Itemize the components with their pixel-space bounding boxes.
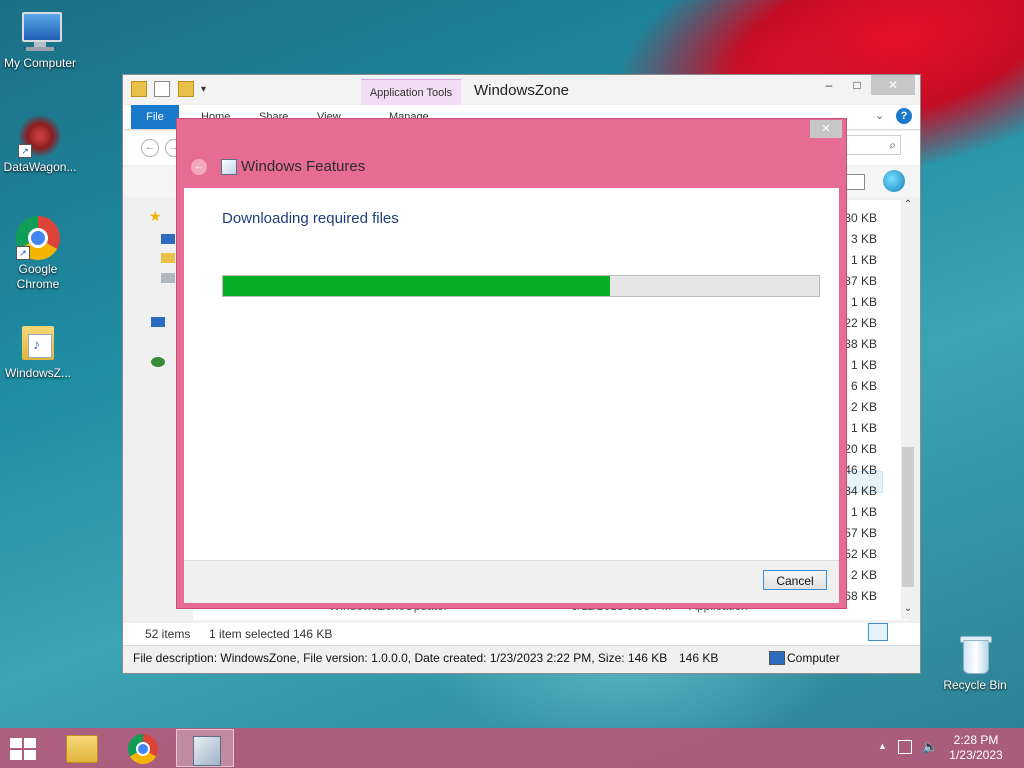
- chevron-down-icon[interactable]: ⌄: [875, 109, 884, 122]
- chrome-icon: [128, 734, 158, 764]
- network-icon[interactable]: [898, 740, 912, 754]
- clock-date: 1/23/2023: [949, 748, 1003, 762]
- shortcut-arrow-icon: ↗: [16, 246, 30, 260]
- file-size-cell: 46 KB: [844, 463, 877, 477]
- search-input[interactable]: ⌕: [845, 135, 901, 155]
- clock[interactable]: 2:28 PM 1/23/2023: [934, 733, 1018, 763]
- dialog-footer: Cancel: [184, 560, 839, 603]
- details-location: Computer: [787, 651, 840, 665]
- selection-size: 146 KB: [293, 627, 333, 641]
- downloads-folder-icon[interactable]: [161, 253, 175, 263]
- dialog-body: Downloading required files: [184, 188, 839, 560]
- preview-pane-icon[interactable]: [845, 174, 865, 190]
- desktop-icon-label: WindowsZ...: [4, 366, 71, 380]
- back-icon[interactable]: ←: [141, 139, 159, 157]
- item-count: 52 items: [145, 627, 191, 641]
- desktop-icon-label: DataWagon...: [3, 160, 77, 174]
- file-size-cell: 1 KB: [850, 358, 877, 372]
- dialog-title: Windows Features: [241, 158, 366, 175]
- file-size-cell: 20 KB: [844, 442, 877, 456]
- file-explorer-icon: [66, 735, 98, 763]
- chrome-icon: ↗: [16, 216, 60, 260]
- desktop-icon-windowszone[interactable]: ♪ WindowsZ...: [0, 320, 78, 381]
- status-bar: 52 items 1 item selected 146 KB: [123, 623, 920, 645]
- recent-places-icon[interactable]: [161, 273, 175, 283]
- desktop-icon[interactable]: [161, 234, 175, 244]
- close-button[interactable]: ✕: [871, 75, 915, 95]
- setup-icon: [193, 736, 221, 766]
- start-button[interactable]: [10, 738, 38, 760]
- taskbar-file-explorer[interactable]: [52, 729, 110, 767]
- file-size-cell: 1 KB: [850, 295, 877, 309]
- scroll-thumb[interactable]: [902, 447, 914, 587]
- windows-features-icon: [221, 159, 237, 175]
- file-size-cell: 1 KB: [850, 421, 877, 435]
- details-view-icon[interactable]: [868, 623, 888, 641]
- datawagon-icon: ↗: [18, 114, 62, 158]
- scroll-down-icon[interactable]: ⌄: [901, 603, 915, 614]
- progress-fill: [223, 276, 610, 296]
- desktop-icon-label: Recycle Bin: [943, 678, 1007, 692]
- dialog-header: ← Windows Features: [177, 139, 846, 187]
- explorer-titlebar: ▾ Application Tools WindowsZone ‒ □ ✕: [123, 75, 920, 108]
- file-size-cell: 22 KB: [844, 316, 877, 330]
- file-size-cell: 2 KB: [850, 568, 877, 582]
- windows-logo-icon: [10, 738, 22, 748]
- progress-bar: [222, 275, 820, 297]
- shortcut-arrow-icon: ↗: [18, 144, 32, 158]
- window-title: WindowsZone: [473, 82, 570, 99]
- file-size-cell: 30 KB: [844, 211, 877, 225]
- windows-features-dialog: ✕ ← Windows Features Downloading require…: [176, 118, 847, 609]
- minimize-button[interactable]: ‒: [815, 75, 843, 95]
- file-size-cell: 1 KB: [850, 505, 877, 519]
- computer-icon: [769, 651, 785, 665]
- file-size-cell: 57 KB: [844, 526, 877, 540]
- desktop-icon-my-computer[interactable]: My Computer: [0, 10, 80, 71]
- file-size-cell: 1 KB: [850, 253, 877, 267]
- desktop-icon-label: Google Chrome: [16, 262, 60, 291]
- desktop-icon-google-chrome[interactable]: ↗ Google Chrome: [0, 216, 78, 292]
- file-description: File description: WindowsZone, File vers…: [133, 651, 668, 665]
- taskbar-windows-features[interactable]: [176, 729, 234, 767]
- file-size-cell: 38 KB: [844, 337, 877, 351]
- computer-icon: [18, 10, 62, 54]
- file-size-cell: 52 KB: [844, 547, 877, 561]
- file-size-cell: 3 KB: [850, 232, 877, 246]
- details-bar: File description: WindowsZone, File vers…: [123, 645, 920, 670]
- file-size-cell: 6 KB: [850, 379, 877, 393]
- dialog-close-button[interactable]: ✕: [810, 120, 842, 138]
- music-folder-icon: ♪: [16, 320, 60, 364]
- computer-icon[interactable]: [151, 317, 165, 327]
- back-arrow-icon[interactable]: ←: [191, 159, 207, 175]
- file-size-cell: 37 KB: [844, 274, 877, 288]
- favorites-star-icon[interactable]: ★: [149, 208, 162, 225]
- taskbar-google-chrome[interactable]: [114, 729, 172, 767]
- desktop-icon-datawagon[interactable]: ↗ DataWagon...: [0, 114, 80, 175]
- desktop-icon-recycle-bin[interactable]: Recycle Bin: [935, 632, 1015, 693]
- file-size-cell: 68 KB: [844, 589, 877, 603]
- show-hidden-icons-icon[interactable]: ▲: [878, 741, 887, 751]
- tab-file[interactable]: File: [131, 105, 179, 129]
- maximize-button[interactable]: □: [843, 75, 871, 95]
- windows-features-icon[interactable]: [883, 170, 905, 192]
- scroll-up-icon[interactable]: ⌃: [901, 199, 915, 210]
- help-icon[interactable]: ?: [896, 108, 912, 124]
- clock-time: 2:28 PM: [953, 733, 999, 747]
- large-icons-view-icon[interactable]: [891, 623, 911, 641]
- network-icon[interactable]: [151, 357, 165, 367]
- file-size-cell: 2 KB: [850, 400, 877, 414]
- details-size: 146 KB: [679, 651, 719, 665]
- taskbar: ▲ 🔈 2:28 PM 1/23/2023: [0, 728, 1024, 768]
- search-icon: ⌕: [889, 138, 896, 152]
- file-size-cell: 34 KB: [844, 484, 877, 498]
- vertical-scrollbar[interactable]: ⌃ ⌄: [901, 199, 915, 619]
- cancel-button[interactable]: Cancel: [763, 570, 827, 590]
- desktop-icon-label: My Computer: [3, 56, 77, 70]
- selection-count: 1 item selected: [209, 627, 290, 641]
- dialog-heading: Downloading required files: [222, 210, 399, 227]
- recycle-bin-icon: [953, 632, 997, 676]
